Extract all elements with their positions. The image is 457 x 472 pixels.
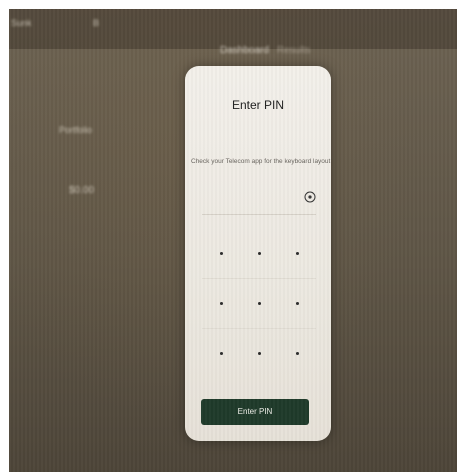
key-dot — [219, 251, 223, 255]
key-dot — [219, 351, 223, 355]
device-screen-photo: Sunk B Dashboard Results Portfolio $0.00… — [9, 9, 457, 472]
keypad-key[interactable] — [278, 228, 316, 278]
pin-input[interactable] — [202, 184, 316, 215]
topbar-right-text: B — [93, 18, 100, 28]
key-dot — [257, 351, 261, 355]
sidebar-portfolio-value: $0.00 — [69, 185, 95, 196]
top-bar: Sunk B — [9, 9, 457, 49]
keypad-key[interactable] — [278, 278, 316, 328]
key-dot — [257, 251, 261, 255]
key-dot — [257, 301, 261, 305]
key-dot — [295, 251, 299, 255]
keypad-key[interactable] — [202, 328, 240, 378]
keypad-key[interactable] — [202, 278, 240, 328]
keypad-divider — [202, 328, 316, 329]
topbar-left-text: Sunk — [11, 18, 32, 28]
tab-dashboard[interactable]: Dashboard — [220, 45, 269, 56]
pin-instructions: Check your Telecom app for the keyboard … — [191, 158, 331, 165]
modal-title: Enter PIN — [231, 98, 285, 112]
keypad-key[interactable] — [278, 328, 316, 378]
keypad-divider — [202, 278, 316, 279]
sidebar-portfolio-label: Portfolio — [59, 125, 93, 135]
key-dot — [219, 301, 223, 305]
tab-results[interactable]: Results — [277, 45, 310, 56]
keypad-key[interactable] — [240, 328, 278, 378]
enter-pin-modal: Enter PIN Check your Telecom app for the… — [185, 66, 331, 441]
key-dot — [295, 301, 299, 305]
keypad-key[interactable] — [202, 228, 240, 278]
key-dot — [295, 351, 299, 355]
keypad-key[interactable] — [240, 278, 278, 328]
pin-keypad — [202, 228, 316, 378]
enter-pin-button[interactable]: Enter PIN — [201, 399, 309, 425]
keypad-key[interactable] — [240, 228, 278, 278]
eye-icon[interactable] — [304, 191, 316, 203]
